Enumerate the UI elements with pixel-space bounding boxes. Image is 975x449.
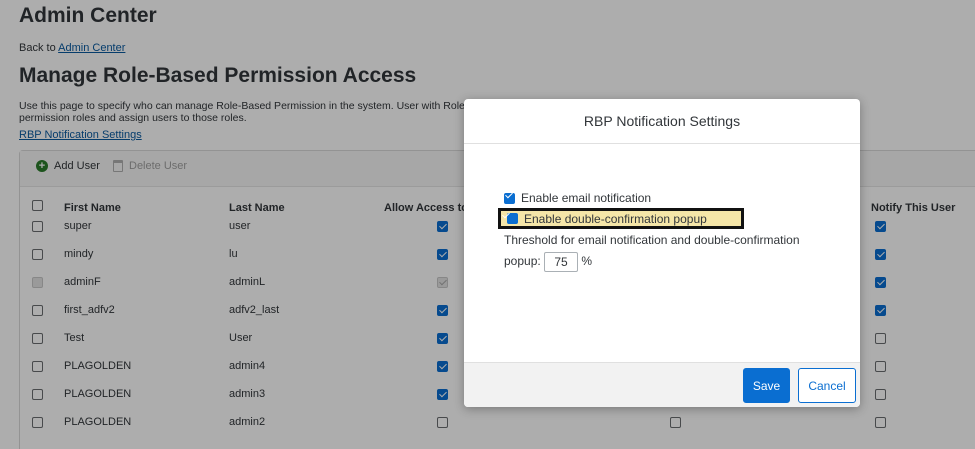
threshold-unit: % [581, 254, 593, 268]
threshold-row: popup: 75 % [504, 251, 824, 272]
double-confirmation-option[interactable]: Enable double-confirmation popup [498, 208, 744, 229]
threshold-prefix: popup: [504, 254, 541, 268]
threshold-setting: Threshold for email notification and dou… [504, 230, 824, 272]
threshold-label: Threshold for email notification and dou… [504, 233, 800, 247]
email-notification-label: Enable email notification [521, 191, 652, 205]
double-confirmation-checkbox[interactable] [507, 213, 518, 224]
double-confirmation-label: Enable double-confirmation popup [524, 211, 707, 226]
dialog-title: RBP Notification Settings [464, 99, 860, 144]
dialog-footer: Save Cancel [464, 362, 860, 407]
cancel-button[interactable]: Cancel [798, 368, 856, 403]
save-button[interactable]: Save [743, 368, 790, 403]
email-notification-checkbox[interactable] [504, 192, 515, 204]
threshold-input[interactable]: 75 [544, 251, 579, 272]
rbp-notification-settings-dialog: RBP Notification Settings Enable email n… [464, 99, 860, 407]
email-notification-option[interactable]: Enable email notification [504, 191, 651, 205]
